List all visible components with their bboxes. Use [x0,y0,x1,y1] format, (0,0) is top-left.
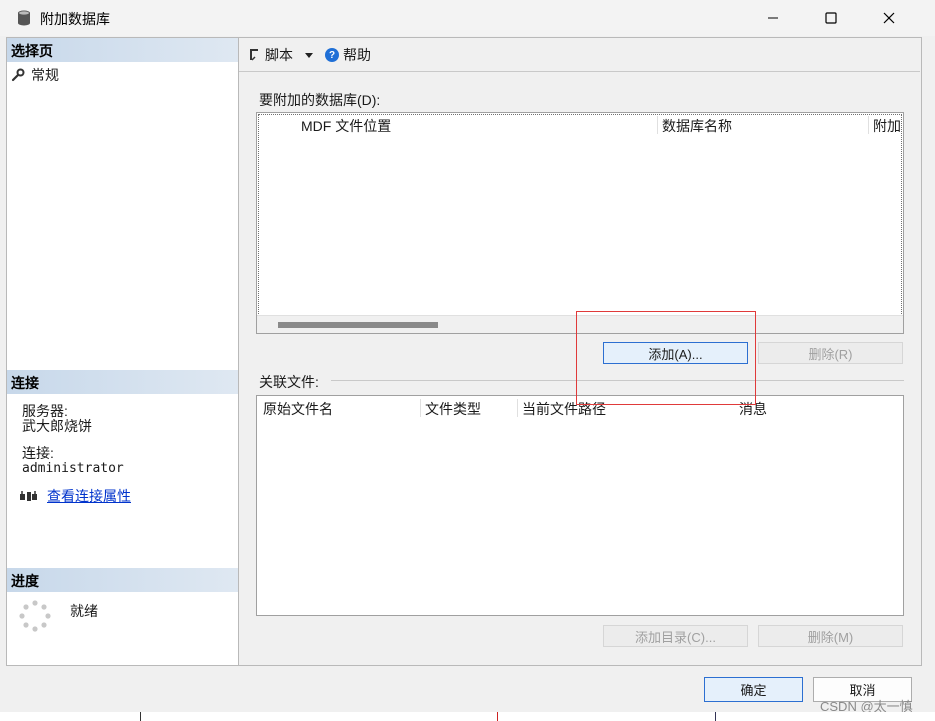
left-panel: 选择页 常规 连接 服务器: 武大郎烧饼 连接: administrator 查… [6,37,239,666]
nav-item-general[interactable]: 常规 [11,65,59,85]
attach-database-dialog: 附加数据库 选择页 常规 连接 服务器: 武大郎烧饼 连接: administr… [0,0,935,721]
col-attach-as: 附加 [868,116,902,134]
help-icon: ? [325,48,339,62]
background-line-red [497,712,498,721]
minimize-button[interactable] [750,0,796,36]
maximize-button[interactable] [808,0,854,36]
help-label: 帮助 [343,47,371,63]
connection-header: 连接 [7,370,238,394]
connection-plug-icon [20,491,37,501]
close-icon [883,12,895,24]
nav-item-label: 常规 [31,67,59,83]
related-files-label: 关联文件: [259,374,319,390]
highlight-annotation [576,311,756,405]
col-original-file-name: 原始文件名 [263,401,333,417]
server-value: 武大郎烧饼 [22,418,92,434]
window-title: 附加数据库 [40,11,110,27]
attach-db-label: 要附加的数据库(D): [259,92,381,108]
related-files-grid[interactable]: 原始文件名 文件类型 当前文件路径 消息 [256,395,904,616]
connection-value: administrator [22,461,124,476]
select-page-header: 选择页 [7,38,238,62]
remove-file-button[interactable]: 删除(M) [758,625,903,647]
scrollbar-thumb[interactable] [278,322,438,328]
progress-header: 进度 [7,568,238,592]
help-button[interactable]: ? 帮助 [325,45,371,65]
spinner-icon [19,600,51,632]
remove-database-button[interactable]: 删除(R) [758,342,903,364]
col-database-name: 数据库名称 [657,116,732,134]
view-connection-properties[interactable]: 查看连接属性 [19,486,131,506]
database-icon [18,10,30,26]
ok-button[interactable]: 确定 [704,677,803,702]
attach-db-grid[interactable]: MDF 文件位置 数据库名称 附加 [256,112,904,334]
minimize-icon [768,17,778,19]
script-button[interactable]: 脚本 [247,45,315,65]
script-label: 脚本 [265,47,293,63]
wrench-icon [11,68,25,82]
attach-db-grid-focus [258,114,902,332]
col-file-type: 文件类型 [420,399,481,417]
script-icon [250,49,258,61]
connection-label: 连接: [22,445,54,461]
maximize-icon [825,12,837,24]
background-line-dark [715,712,716,721]
server-label: 服务器: [22,403,68,419]
toolbar: 脚本 ? 帮助 [239,38,920,72]
close-button[interactable] [866,0,912,36]
chevron-down-icon[interactable] [303,50,315,60]
add-catalog-button[interactable]: 添加目录(C)... [603,625,748,647]
title-bar: 附加数据库 [0,0,935,36]
background-line [140,712,141,721]
progress-status: 就绪 [70,603,98,619]
col-mdf-location: MDF 文件位置 [301,118,392,134]
view-connection-properties-link[interactable]: 查看连接属性 [47,486,131,506]
